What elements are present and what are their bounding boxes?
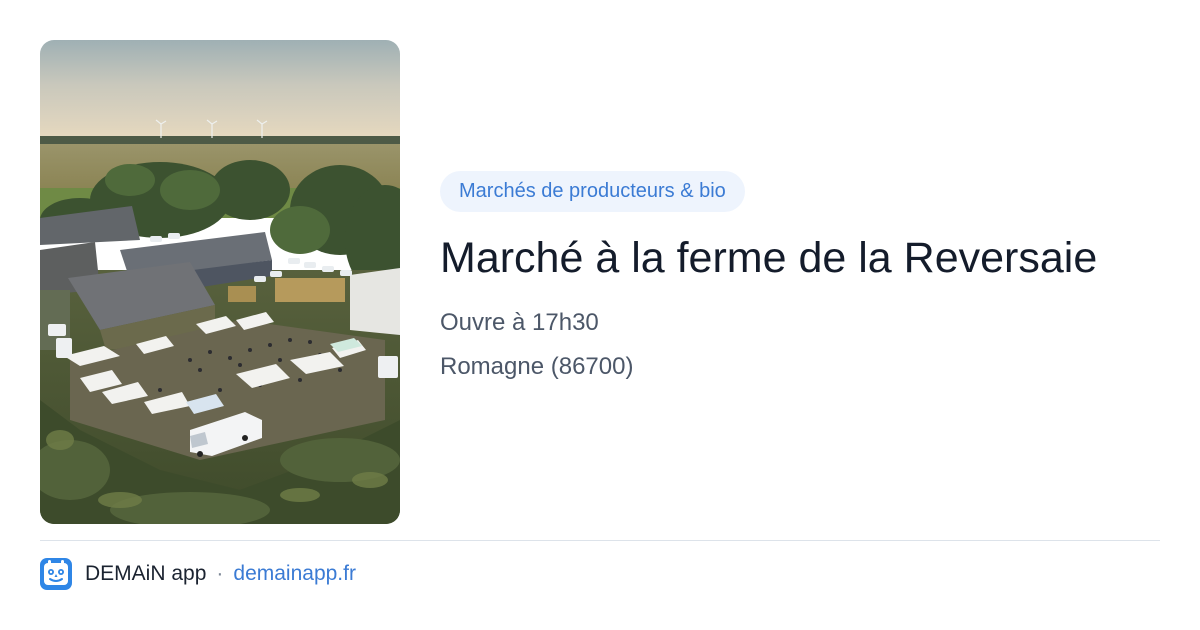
footer-divider	[40, 540, 1160, 541]
app-name: DEMAiN app	[85, 562, 207, 585]
event-title[interactable]: Marché à la ferme de la Reversaie	[440, 232, 1160, 284]
demain-logo-icon[interactable]	[40, 558, 72, 590]
event-photo[interactable]	[40, 40, 400, 524]
farm-market-aerial-image	[40, 40, 400, 524]
separator-dot: ·	[216, 562, 224, 585]
event-info: Marchés de producteurs & bio Marché à la…	[440, 171, 1160, 382]
category-badge[interactable]: Marchés de producteurs & bio	[440, 171, 745, 212]
app-footer: DEMAiN app · demainapp.fr	[40, 558, 356, 590]
event-location: Romagne (86700)	[440, 353, 634, 380]
opening-hours: Ouvre à 17h30	[440, 309, 599, 336]
app-domain-link[interactable]: demainapp.fr	[233, 562, 356, 586]
